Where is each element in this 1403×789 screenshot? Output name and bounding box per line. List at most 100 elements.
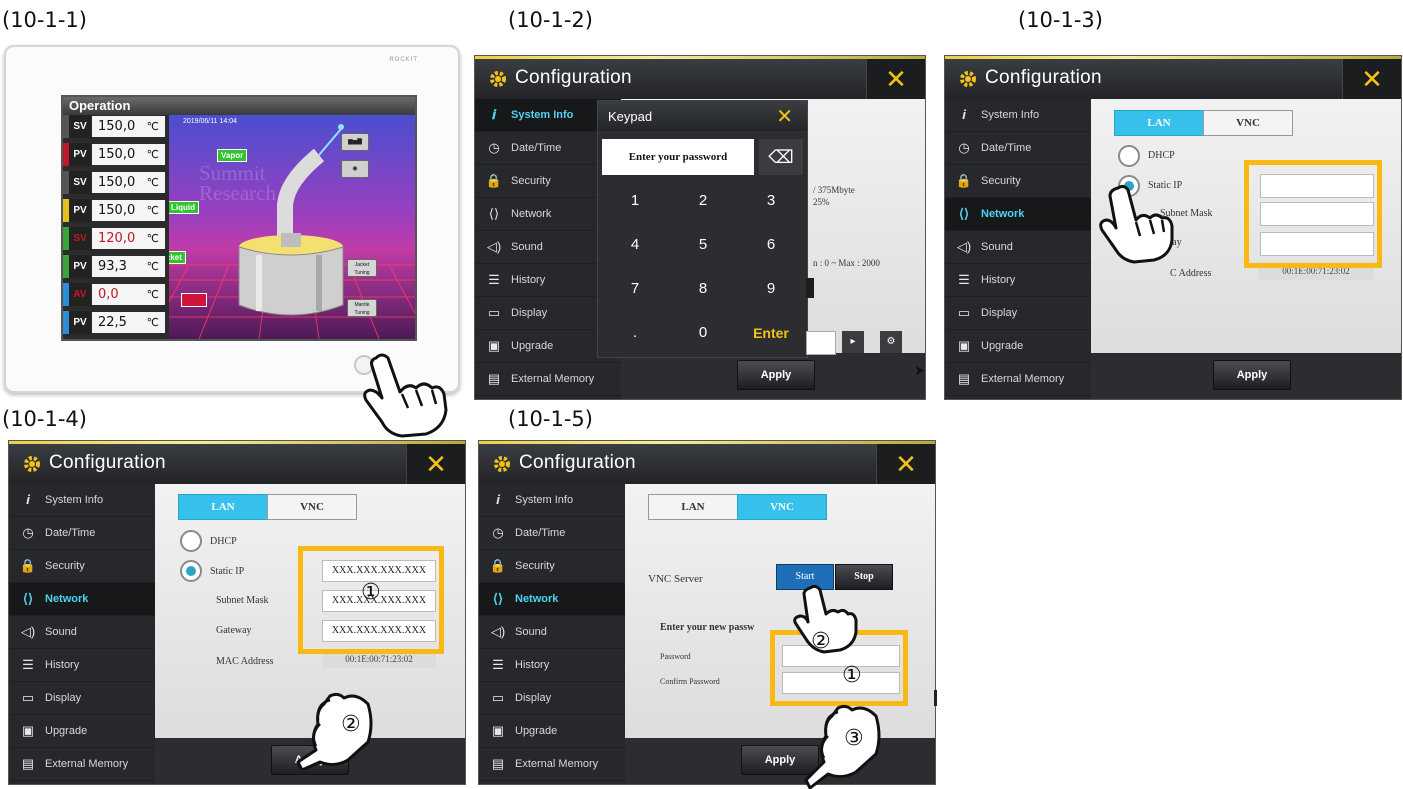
close-icon[interactable]: ✕ [1342,59,1401,99]
operation-row[interactable]: AV 0,0 ℃ [63,283,167,306]
sidebar-item-external-memory[interactable]: ▤ External Memory [945,363,1091,396]
key-8[interactable]: 8 [672,269,734,309]
key-dot[interactable]: . [604,313,666,353]
backspace-icon[interactable]: ⌫ [759,139,803,175]
keypad-title: Keypad [608,109,653,124]
upgrade-icon: ▣ [957,338,971,353]
jacket-tuning-button[interactable]: Jacket Tuning [347,259,377,277]
key-9[interactable]: 9 [740,269,802,309]
apply-button[interactable]: Apply [737,360,815,390]
tab-vnc[interactable]: VNC [737,494,827,520]
tab-vnc[interactable]: VNC [1203,110,1293,136]
value-field[interactable] [806,331,836,355]
sidebar-item-network[interactable]: ⟨⟩ Network [945,198,1091,231]
sidebar-item-sound[interactable]: ◁) Sound [9,616,155,649]
sidebar-item-date-time[interactable]: ◷ Date/Time [945,132,1091,165]
row-value-box[interactable]: 150,0 ℃ [92,116,165,137]
tab-lan[interactable]: LAN [1114,110,1204,136]
dhcp-label: DHCP [1148,150,1175,161]
sidebar-item-system-info[interactable]: 𝒊 System Info [945,99,1091,132]
row-value-box[interactable]: 150,0 ℃ [92,172,165,193]
password-input[interactable]: Enter your password [602,139,754,175]
dhcp-radio[interactable] [1118,145,1140,167]
sidebar-item-upgrade[interactable]: ▣ Upgrade [945,330,1091,363]
vapor-label[interactable]: Vapor [217,149,248,162]
operation-row[interactable]: PV 22,5 ℃ [63,311,167,334]
sidebar-item-date-time[interactable]: ◷ Date/Time [479,517,625,550]
sidebar-item-display[interactable]: ▭ Display [945,297,1091,330]
liquid-label[interactable]: Liquid [169,201,199,214]
sidebar-item-history[interactable]: ☰ History [945,264,1091,297]
sidebar-item-label: History [511,274,546,286]
sidebar-item-history[interactable]: ☰ History [479,649,625,682]
sidebar-item-sound[interactable]: ◁) Sound [945,231,1091,264]
operation-row[interactable]: PV 150,0 ℃ [63,199,167,222]
row-value: 150,0 [98,175,136,190]
static-ip-radio[interactable] [180,560,202,582]
camera-icon[interactable]: ◉ [341,160,369,178]
sidebar-item-label: System Info [45,494,104,506]
dhcp-radio[interactable] [180,530,202,552]
close-icon[interactable]: ✕ [406,444,465,484]
close-icon[interactable]: ✕ [866,59,925,99]
close-icon[interactable]: ✕ [876,444,935,484]
tab-lan[interactable]: LAN [178,494,268,520]
key-2[interactable]: 2 [672,181,734,221]
sidebar-item-system-info[interactable]: 𝒊 System Info [9,484,155,517]
key-7[interactable]: 7 [604,269,666,309]
sidebar-item-security[interactable]: 🔒 Security [479,550,625,583]
enter-key[interactable]: Enter [740,313,802,353]
operation-row[interactable]: SV 120,0 ℃ [63,227,167,250]
key-4[interactable]: 4 [604,225,666,265]
sidebar-item-history[interactable]: ☰ History [9,649,155,682]
sidebar-item-display[interactable]: ▭ Display [9,682,155,715]
row-value-box[interactable]: 0,0 ℃ [92,284,165,305]
sidebar-item-external-memory[interactable]: ▤ External Memory [475,363,621,396]
key-3[interactable]: 3 [740,181,802,221]
tab-vnc[interactable]: VNC [267,494,357,520]
lock-icon: 🔒 [485,173,503,188]
sidebar-item-label: Upgrade [511,340,554,352]
operation-row[interactable]: SV 150,0 ℃ [63,115,167,138]
new-password-prompt: Enter your new passw [660,622,755,633]
sidebar-item-date-time[interactable]: ◷ Date/Time [9,517,155,550]
row-value-box[interactable]: 22,5 ℃ [92,312,165,333]
device-screen: Operation SV 150,0 ℃ PV 150,0 ℃ SV 150,0 ℃ PV 150,… [61,95,417,341]
sidebar-item-upgrade[interactable]: ▣ Upgrade [479,715,625,748]
monitor-icon: ▭ [21,690,35,705]
row-value-box[interactable]: 150,0 ℃ [92,200,165,221]
sidebar-item-external-memory[interactable]: ▤ External Memory [9,748,155,781]
key-5[interactable]: 5 [672,225,734,265]
row-tag: SV [69,227,91,250]
sidebar-item-display[interactable]: ▭ Display [479,682,625,715]
tab-lan[interactable]: LAN [648,494,738,520]
apply-button[interactable]: Apply [1213,360,1291,390]
sidebar-item-system-info[interactable]: 𝒊 System Info [479,484,625,517]
settings-icon[interactable]: ⚙ [880,331,902,353]
key-1[interactable]: 1 [604,181,666,221]
row-value-box[interactable]: 93,3 ℃ [92,256,165,277]
key-6[interactable]: 6 [740,225,802,265]
sidebar-item-upgrade[interactable]: ▣ Upgrade [9,715,155,748]
step-marker-2: ② [811,629,831,654]
mantle-tuning-button[interactable]: Mantle Tuning [347,299,377,317]
row-value-box[interactable]: 120,0 ℃ [92,228,165,249]
operation-row[interactable]: SV 150,0 ℃ [63,171,167,194]
sidebar-item-network[interactable]: ⟨⟩ Network [479,583,625,616]
mantle-label[interactable] [181,293,207,307]
sidebar-item-external-memory[interactable]: ▤ External Memory [479,748,625,781]
operation-row[interactable]: PV 150,0 ℃ [63,143,167,166]
operation-row[interactable]: PV 93,3 ℃ [63,255,167,278]
key-0[interactable]: 0 [672,313,734,353]
chart-icon[interactable]: ▆▅▇ [341,133,369,151]
jacket-label[interactable]: Jacket [169,251,186,264]
caption-step-1: (10-1-1) [2,8,87,32]
next-icon[interactable]: ▸ [842,331,864,353]
mac-address-label: MAC Address [216,656,274,667]
close-icon[interactable]: ✕ [776,104,793,129]
sidebar-item-sound[interactable]: ◁) Sound [479,616,625,649]
sidebar-item-network[interactable]: ⟨⟩ Network [9,583,155,616]
row-value-box[interactable]: 150,0 ℃ [92,144,165,165]
sidebar-item-security[interactable]: 🔒 Security [945,165,1091,198]
sidebar-item-security[interactable]: 🔒 Security [9,550,155,583]
